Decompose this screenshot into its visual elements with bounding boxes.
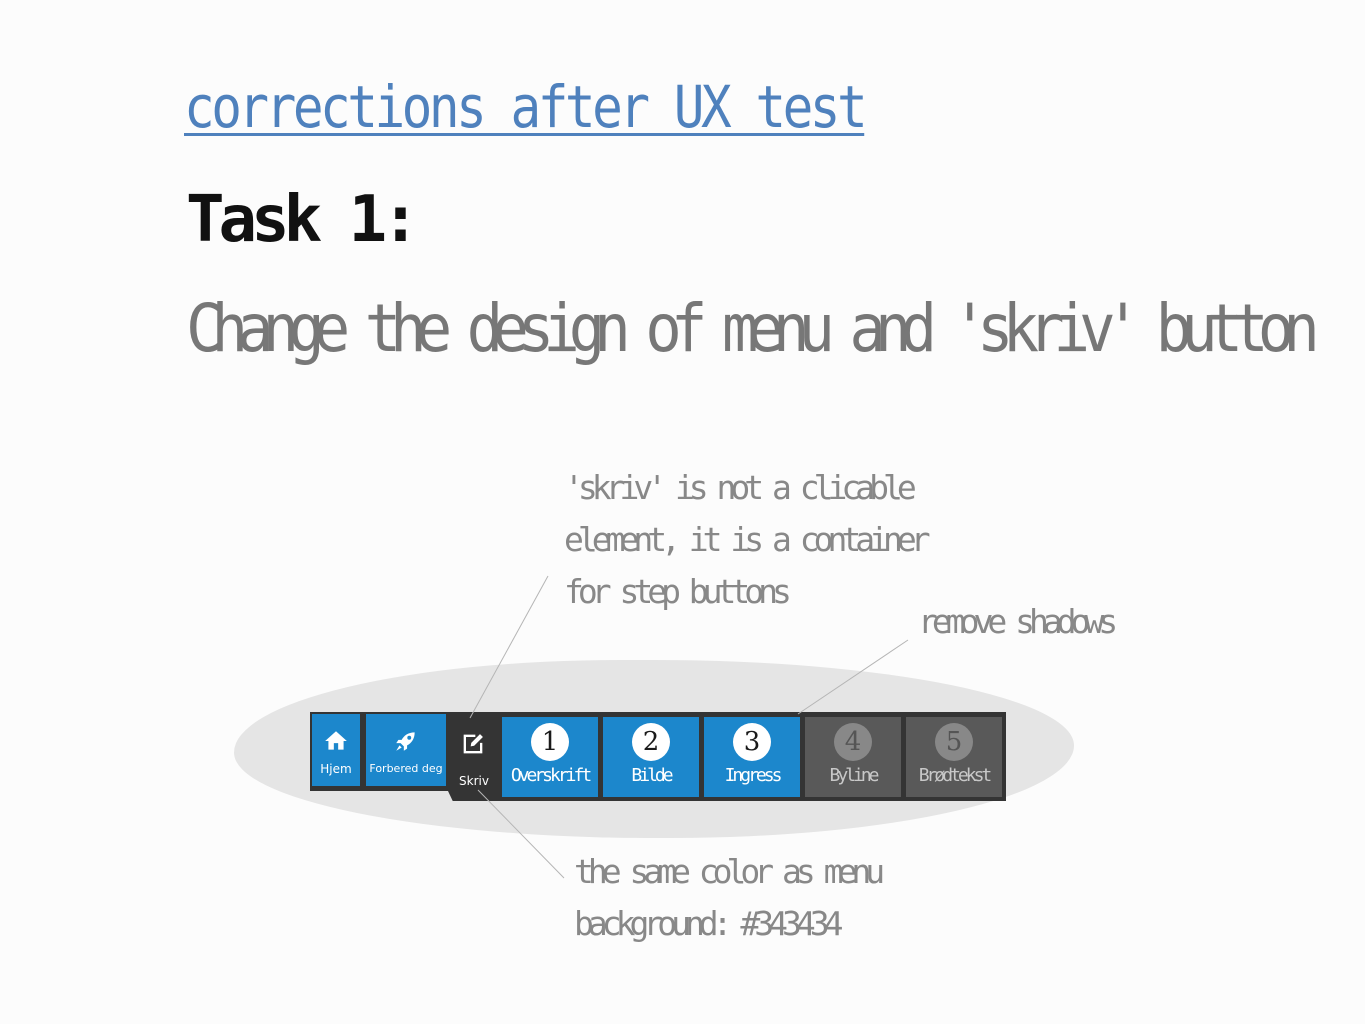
menu-item-skriv: Skriv bbox=[446, 712, 502, 801]
home-icon bbox=[325, 731, 347, 750]
menu-item-hjem[interactable]: Hjem bbox=[312, 714, 360, 786]
step-label: Ingress bbox=[724, 765, 783, 786]
menu-item-label: Hjem bbox=[320, 762, 352, 776]
color-annotation-line: background: #343434 bbox=[574, 904, 844, 943]
step-button-5[interactable]: 5 Brødtekst bbox=[906, 717, 1002, 797]
step-button-1[interactable]: 1 Overskrift bbox=[502, 717, 598, 797]
step-number: 5 bbox=[935, 723, 973, 761]
step-label: Brødtekst bbox=[918, 765, 993, 786]
edit-icon bbox=[463, 734, 483, 754]
step-label: Bilde bbox=[631, 765, 673, 786]
shadows-annotation-line: remove shadows bbox=[918, 602, 1118, 641]
shadows-annotation: remove shadows bbox=[918, 596, 1118, 648]
task-description: Change the design of menu and 'skriv' bu… bbox=[186, 290, 1320, 367]
menu-item-label: Skriv bbox=[459, 774, 489, 788]
skriv-annotation-line: for step buttons bbox=[564, 572, 792, 611]
skriv-annotation-line: element, it is a container bbox=[564, 520, 931, 559]
slide: corrections after UX test Task 1: Change… bbox=[0, 0, 1365, 1024]
menu-item-forbered-deg[interactable]: Forbered deg bbox=[366, 714, 446, 786]
step-button-4[interactable]: 4 Byline bbox=[805, 717, 901, 797]
step-button-3[interactable]: 3 Ingress bbox=[704, 717, 800, 797]
step-label: Overskrift bbox=[510, 765, 592, 786]
color-annotation: the same color as menu background: #3434… bbox=[574, 846, 885, 950]
slide-title: corrections after UX test bbox=[184, 73, 868, 141]
rocket-icon bbox=[396, 732, 415, 751]
color-annotation-line: the same color as menu bbox=[574, 852, 885, 891]
menu-item-label: Forbered deg bbox=[369, 762, 443, 775]
step-number: 1 bbox=[531, 723, 569, 761]
step-number: 3 bbox=[733, 723, 771, 761]
task-heading: Task 1: bbox=[186, 183, 420, 257]
skriv-annotation: 'skriv' is not a clicable element, it is… bbox=[564, 462, 931, 618]
step-label: Byline bbox=[829, 765, 879, 786]
step-number: 4 bbox=[834, 723, 872, 761]
skriv-annotation-line: 'skriv' is not a clicable bbox=[564, 468, 917, 507]
step-button-2[interactable]: 2 Bilde bbox=[603, 717, 699, 797]
step-number: 2 bbox=[632, 723, 670, 761]
